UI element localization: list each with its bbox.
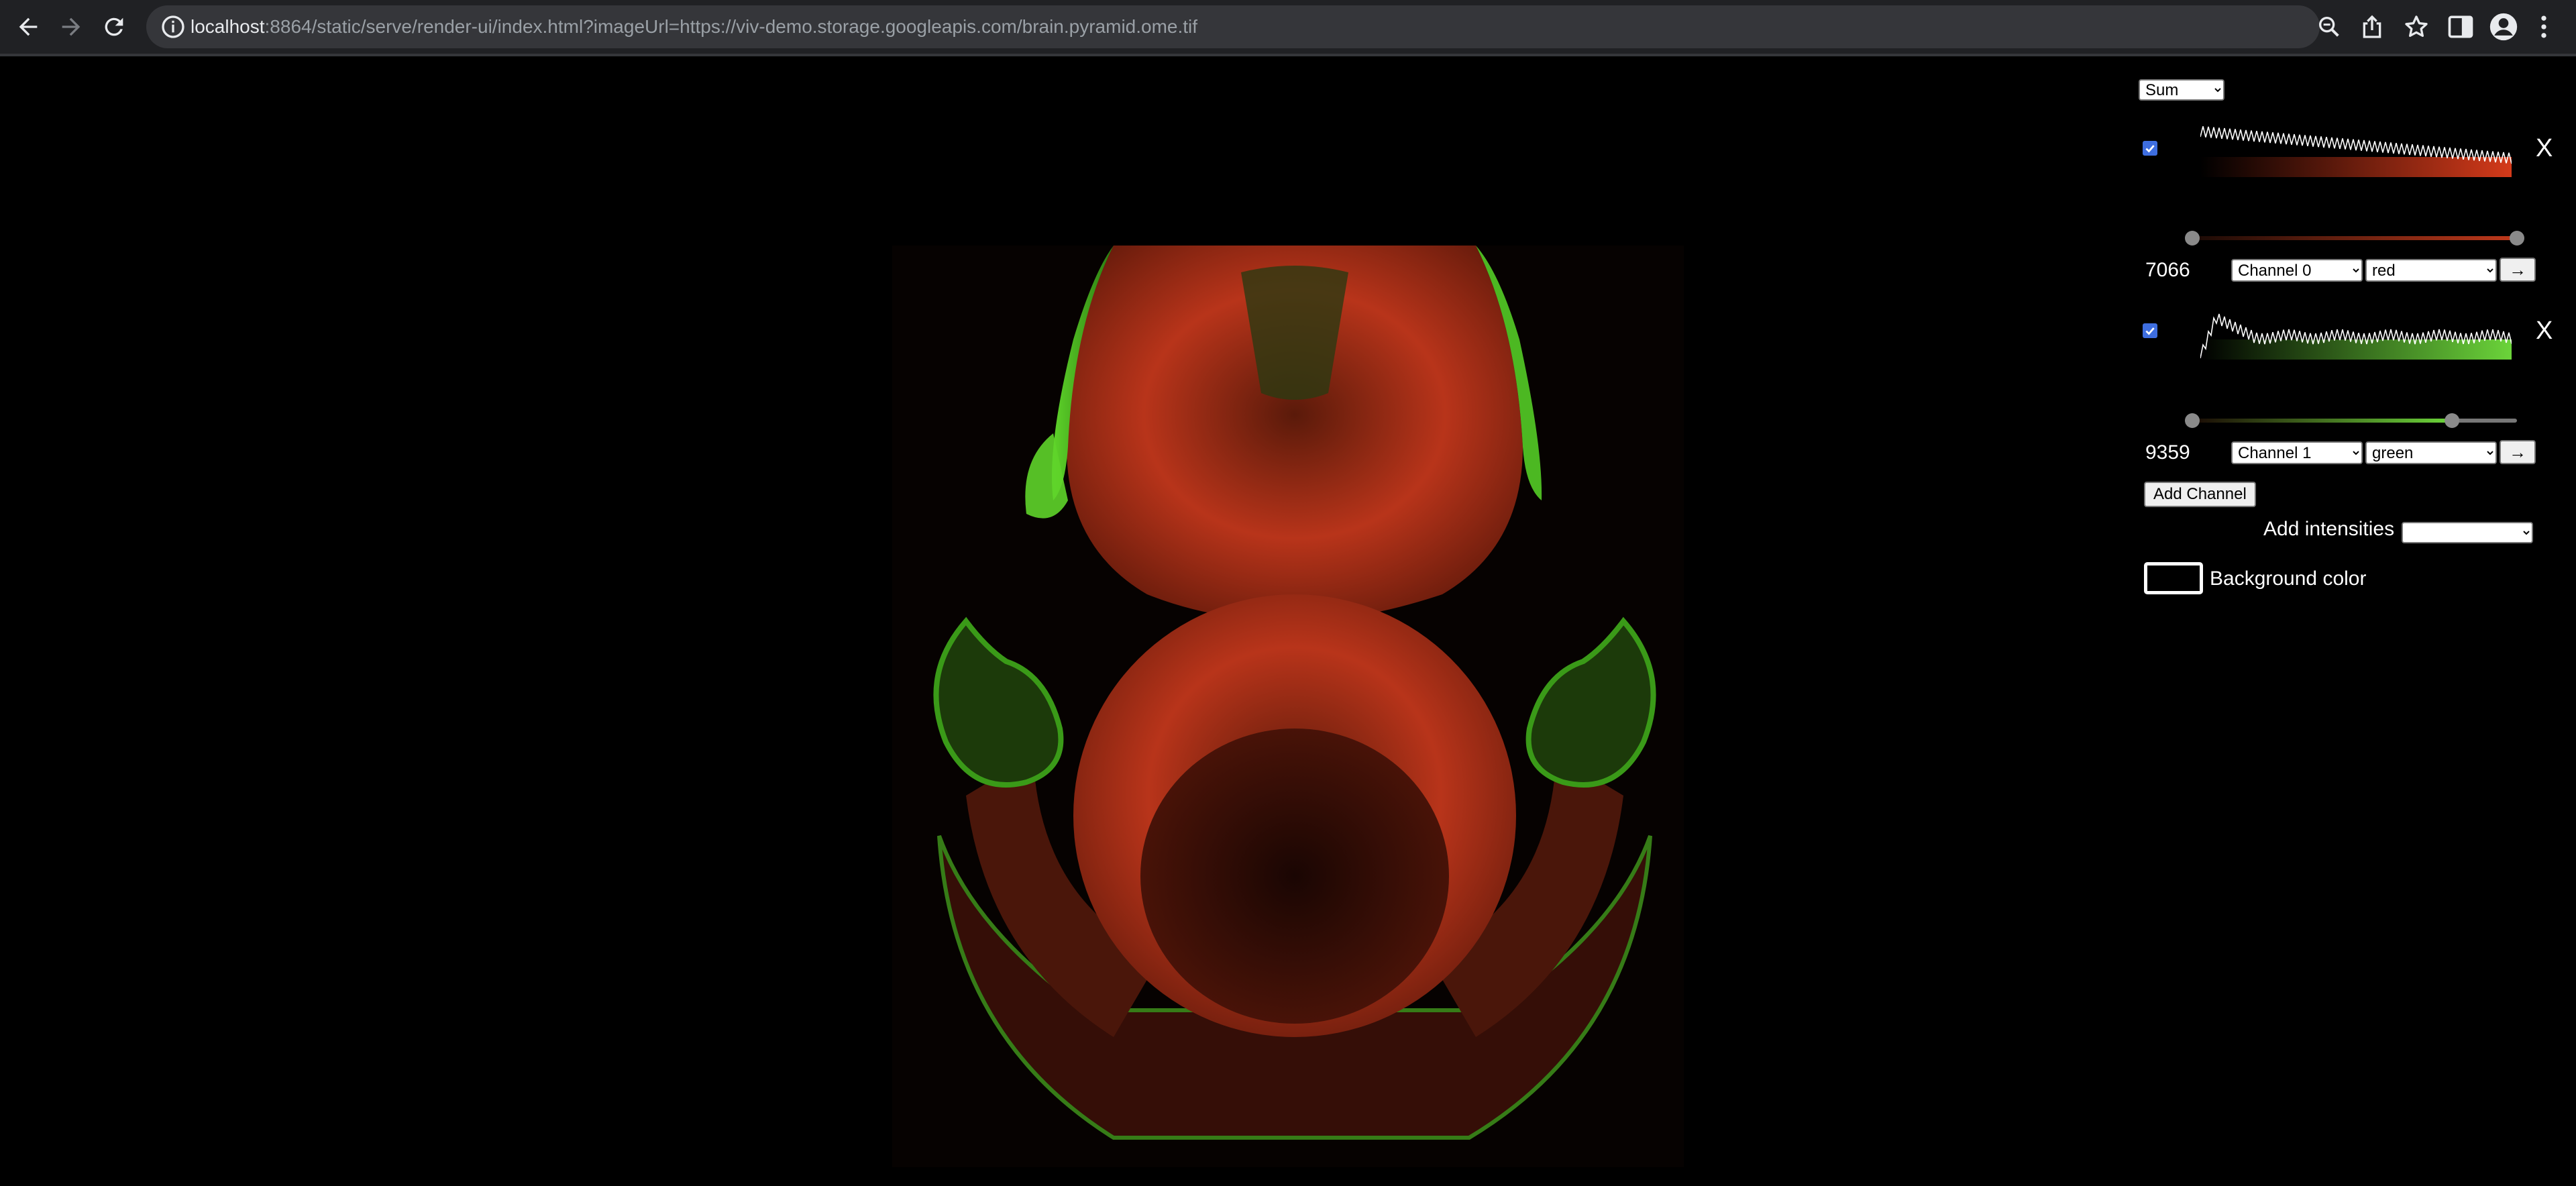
channel-1-limit-value: 9359	[2145, 441, 2190, 464]
projection-select[interactable]: Sum	[2139, 79, 2224, 101]
channel-0-color-select[interactable]: red	[2365, 259, 2497, 282]
channel-0-remove-button[interactable]: X	[2536, 134, 2553, 163]
check-icon	[2145, 327, 2155, 335]
side-panel-icon[interactable]	[2446, 12, 2475, 42]
channel-1-range-slider[interactable]	[2183, 411, 2526, 431]
share-icon[interactable]	[2359, 13, 2385, 40]
forward-icon	[62, 17, 80, 36]
channel-0-select[interactable]: Channel 0	[2231, 259, 2363, 282]
bookmark-star-icon[interactable]	[2403, 13, 2430, 40]
slider-high-handle	[2445, 413, 2460, 428]
slider-low-handle	[2185, 413, 2200, 428]
background-color-swatch[interactable]	[2144, 562, 2203, 594]
url-path: :8864/static/serve/render-ui/index.html?…	[264, 16, 1198, 37]
reload-icon	[105, 17, 123, 36]
browser-toolbar: localhost:8864/static/serve/render-ui/in…	[0, 0, 2576, 54]
histogram-fill	[2200, 157, 2512, 177]
url-text[interactable]: localhost:8864/static/serve/render-ui/in…	[191, 5, 1197, 48]
channel-1-histogram	[2200, 313, 2512, 360]
reload-button[interactable]	[94, 7, 134, 47]
add-intensities-select[interactable]	[2402, 522, 2533, 543]
info-icon[interactable]	[160, 13, 186, 40]
forward-button[interactable]	[51, 7, 91, 47]
back-button[interactable]	[8, 7, 48, 47]
back-icon	[19, 17, 38, 36]
channel-1-select[interactable]: Channel 1	[2231, 441, 2363, 464]
profile-icon[interactable]	[2489, 12, 2518, 42]
inner-dark-region	[1140, 729, 1449, 1024]
menu-icon[interactable]	[2529, 12, 2559, 42]
channel-0-checkbox[interactable]	[2143, 141, 2157, 156]
address-bar[interactable]: localhost:8864/static/serve/render-ui/in…	[146, 5, 2428, 48]
channel-1-color-select[interactable]: green	[2365, 441, 2497, 464]
slider-high-handle	[2510, 231, 2524, 246]
slider-low-handle	[2185, 231, 2200, 246]
channel-0-histogram	[2200, 126, 2512, 177]
channel-0-limit-value: 7066	[2145, 259, 2190, 281]
url-host: localhost	[191, 16, 265, 37]
toolbar-divider	[0, 54, 2576, 56]
zoom-icon[interactable]	[2316, 13, 2343, 40]
channel-1-checkbox[interactable]	[2143, 323, 2157, 338]
slider-active-range	[2192, 419, 2453, 423]
channel-1-apply-button[interactable]: →	[2500, 440, 2536, 464]
background-color-label: Background color	[2210, 568, 2367, 590]
add-intensities-label: Add intensities	[2263, 518, 2395, 540]
add-channel-button[interactable]: Add Channel	[2144, 482, 2256, 507]
slider-active-range	[2192, 236, 2517, 240]
microscopy-image[interactable]	[892, 246, 1684, 1167]
check-icon	[2145, 145, 2155, 153]
channel-0-range-slider[interactable]	[2183, 228, 2526, 248]
image-viewer[interactable]	[892, 246, 1684, 1167]
channel-1-remove-button[interactable]: X	[2536, 317, 2553, 345]
channel-0-apply-button[interactable]: →	[2500, 258, 2536, 282]
